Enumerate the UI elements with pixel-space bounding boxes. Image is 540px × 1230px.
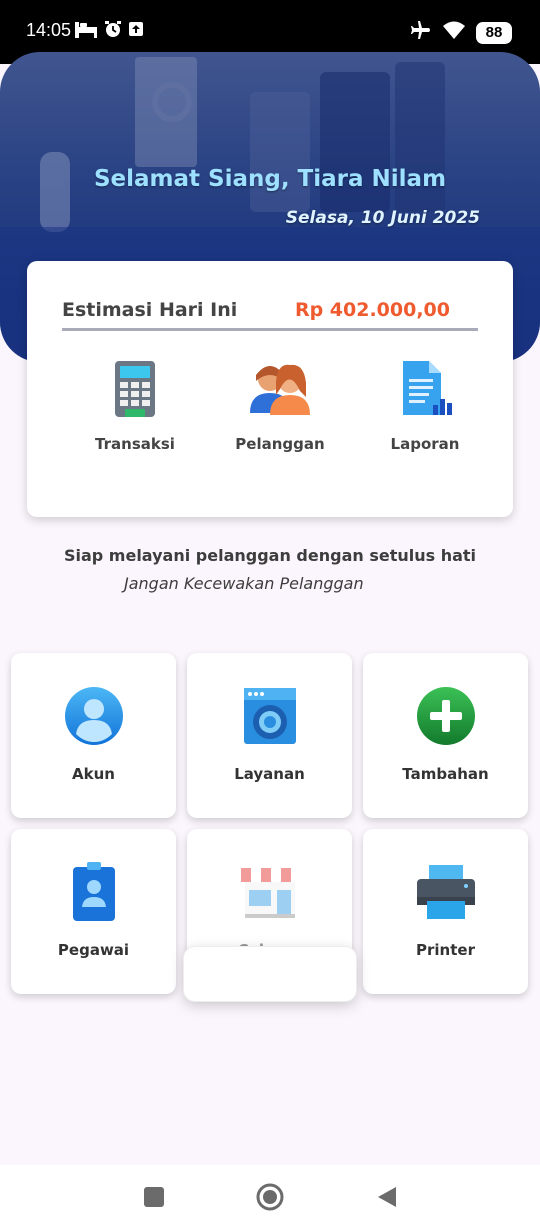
summary-card: Estimasi Hari Ini Rp 402.000,00 Transaks… bbox=[27, 261, 513, 517]
transaksi-label: Transaksi bbox=[95, 435, 175, 453]
battery-icon: 88 bbox=[476, 21, 512, 44]
washing-machine-icon bbox=[187, 685, 352, 747]
estimate-value: Rp 402.000,00 bbox=[294, 299, 450, 321]
square-icon bbox=[144, 1187, 164, 1207]
estimate-row: Estimasi Hari Ini Rp 402.000,00 bbox=[62, 297, 478, 331]
date-text: Selasa, 10 Juni 2025 bbox=[285, 208, 480, 228]
tagline-main: Siap melayani pelanggan dengan setulus h… bbox=[63, 546, 477, 565]
menu-akun[interactable]: Akun bbox=[11, 653, 176, 818]
recent-apps-button[interactable] bbox=[142, 1185, 166, 1209]
printer-icon bbox=[363, 861, 528, 923]
customers-icon bbox=[210, 357, 350, 421]
laporan-label: Laporan bbox=[390, 435, 460, 453]
tagline-sub: Jangan Kecewakan Pelanggan bbox=[124, 574, 364, 593]
store-icon bbox=[187, 861, 352, 923]
circle-icon bbox=[256, 1183, 284, 1211]
upload-icon bbox=[128, 21, 144, 42]
home-button[interactable] bbox=[256, 1183, 284, 1211]
status-time: 14:05 bbox=[26, 20, 72, 40]
akun-label: Akun bbox=[72, 765, 115, 783]
estimate-label: Estimasi Hari Ini bbox=[62, 299, 238, 321]
airplane-icon bbox=[410, 19, 432, 46]
alarm-icon bbox=[104, 20, 122, 43]
tambahan-label: Tambahan bbox=[402, 765, 489, 783]
menu-tambahan[interactable]: Tambahan bbox=[363, 653, 528, 818]
menu-printer[interactable]: Printer bbox=[363, 829, 528, 994]
bed-icon bbox=[74, 20, 98, 43]
pelanggan-button[interactable]: Pelanggan bbox=[210, 357, 350, 453]
add-icon bbox=[363, 685, 528, 747]
menu-pegawai[interactable]: Pegawai bbox=[11, 829, 176, 994]
navigation-bar bbox=[0, 1165, 540, 1230]
account-icon bbox=[11, 685, 176, 747]
printer-label: Printer bbox=[416, 941, 475, 959]
layanan-label: Layanan bbox=[234, 765, 305, 783]
wifi-icon bbox=[442, 20, 466, 45]
back-button[interactable] bbox=[376, 1185, 400, 1209]
report-icon bbox=[355, 357, 495, 421]
transaksi-button[interactable]: Transaksi bbox=[65, 357, 205, 453]
menu-layanan[interactable]: Layanan bbox=[187, 653, 352, 818]
laporan-button[interactable]: Laporan bbox=[355, 357, 495, 453]
employee-badge-icon bbox=[11, 861, 176, 923]
floating-popup bbox=[183, 946, 357, 1002]
pelanggan-label: Pelanggan bbox=[235, 435, 325, 453]
back-triangle-icon bbox=[378, 1187, 396, 1207]
greeting-text: Selamat Siang, Tiara Nilam bbox=[93, 166, 447, 192]
pegawai-label: Pegawai bbox=[57, 941, 130, 959]
payment-terminal-icon bbox=[65, 357, 205, 421]
